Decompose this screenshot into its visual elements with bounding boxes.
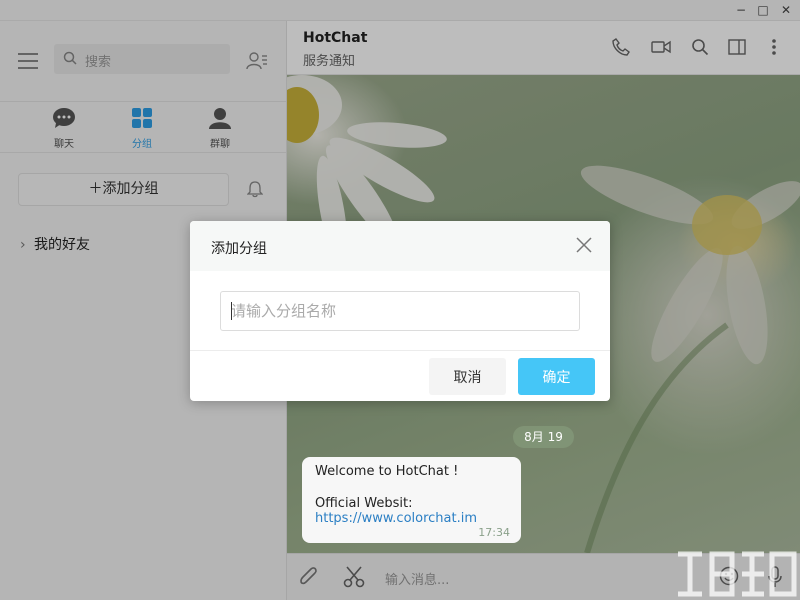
add-group-dialog: 添加分组 取消 确定	[190, 221, 610, 401]
dialog-title: 添加分组	[211, 241, 267, 257]
confirm-button[interactable]: 确定	[518, 358, 595, 395]
message-time: 17:34	[478, 526, 510, 539]
group-name-input[interactable]	[220, 291, 580, 331]
dialog-divider	[190, 350, 610, 351]
website-link[interactable]: https://www.colorchat.im	[315, 511, 508, 526]
dialog-header: 添加分组	[190, 221, 610, 271]
message-line: Official Websit:	[315, 496, 413, 511]
close-icon[interactable]	[576, 237, 592, 253]
date-separator: 8月 19	[513, 426, 574, 448]
watermark-logo	[678, 551, 797, 597]
text-cursor	[231, 302, 232, 320]
message-line: Welcome to HotChat !	[315, 464, 459, 479]
cancel-button[interactable]: 取消	[429, 358, 506, 395]
message-bubble: Welcome to HotChat ! Official Websit: ht…	[302, 457, 521, 543]
